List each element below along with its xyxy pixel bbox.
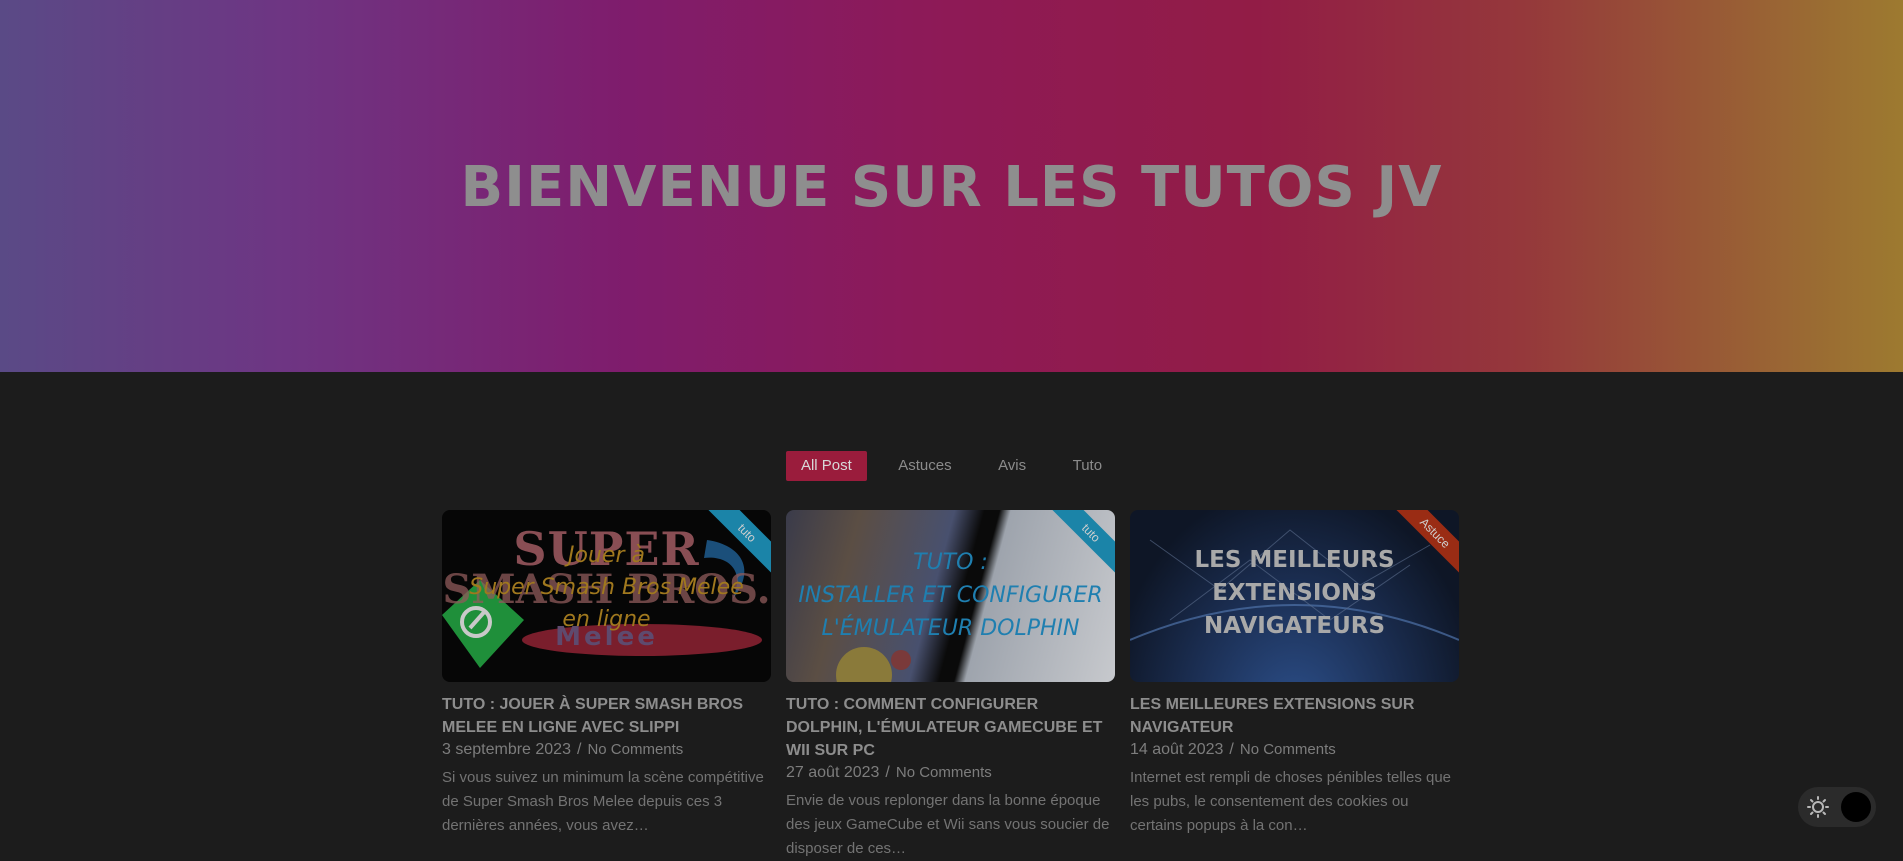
post-thumbnail[interactable]: LES MEILLEURS EXTENSIONS NAVIGATEURS Ast… (1130, 510, 1459, 682)
filter-astuces[interactable]: Astuces (883, 451, 966, 481)
post-date: 27 août 2023 (786, 764, 880, 781)
post-excerpt: Si vous suivez un minimum la scène compé… (442, 769, 764, 834)
thumb-caption: LES MEILLEURS EXTENSIONS NAVIGATEURS (1194, 547, 1395, 639)
post-filter-bar: All Post Astuces Avis Tuto (0, 451, 1903, 481)
post-meta: 3 septembre 2023/No Comments (442, 741, 684, 758)
post-title[interactable]: LES MEILLEURES EXTENSIONS SUR NAVIGATEUR (1130, 693, 1459, 739)
post-excerpt: Internet est rempli de choses pénibles t… (1130, 769, 1452, 834)
post-comments-link[interactable]: No Comments (587, 741, 683, 758)
post-card[interactable]: LES MEILLEURS EXTENSIONS NAVIGATEURS Ast… (1130, 510, 1459, 838)
post-comments-link[interactable]: No Comments (1240, 741, 1336, 758)
filter-avis[interactable]: Avis (983, 451, 1041, 481)
theme-toggle[interactable] (1798, 787, 1876, 827)
sun-icon (1807, 796, 1829, 818)
post-excerpt: Envie de vous replonger dans la bonne ép… (786, 792, 1110, 857)
post-card[interactable]: SUPER SMASH BROS. Melee Jouer à Super Sm… (442, 510, 771, 838)
hero-banner: BIENVENUE SUR LES TUTOS JV (0, 0, 1903, 372)
thumb-caption: TUTO : INSTALLER ET CONFIGURER L'ÉMULATE… (798, 550, 1103, 641)
post-meta: 27 août 2023/No Comments (786, 764, 992, 781)
post-meta: 14 août 2023/No Comments (1130, 741, 1336, 758)
post-card[interactable]: TUTO : INSTALLER ET CONFIGURER L'ÉMULATE… (786, 510, 1115, 861)
post-thumbnail[interactable]: SUPER SMASH BROS. Melee Jouer à Super Sm… (442, 510, 771, 682)
hero-title: BIENVENUE SUR LES TUTOS JV (460, 155, 1443, 220)
post-title[interactable]: TUTO : COMMENT CONFIGURER DOLPHIN, L'ÉMU… (786, 693, 1115, 762)
post-date: 3 septembre 2023 (442, 741, 571, 758)
post-date: 14 août 2023 (1130, 741, 1224, 758)
post-comments-link[interactable]: No Comments (896, 764, 992, 781)
thumb-caption: Jouer à Super Smash Bros Melee en ligne (469, 543, 744, 632)
filter-tuto[interactable]: Tuto (1058, 451, 1117, 481)
filter-all-post[interactable]: All Post (785, 451, 867, 481)
post-title[interactable]: TUTO : JOUER À SUPER SMASH BROS MELEE EN… (442, 693, 771, 739)
toggle-knob[interactable] (1841, 792, 1871, 822)
post-thumbnail[interactable]: TUTO : INSTALLER ET CONFIGURER L'ÉMULATE… (786, 510, 1115, 682)
